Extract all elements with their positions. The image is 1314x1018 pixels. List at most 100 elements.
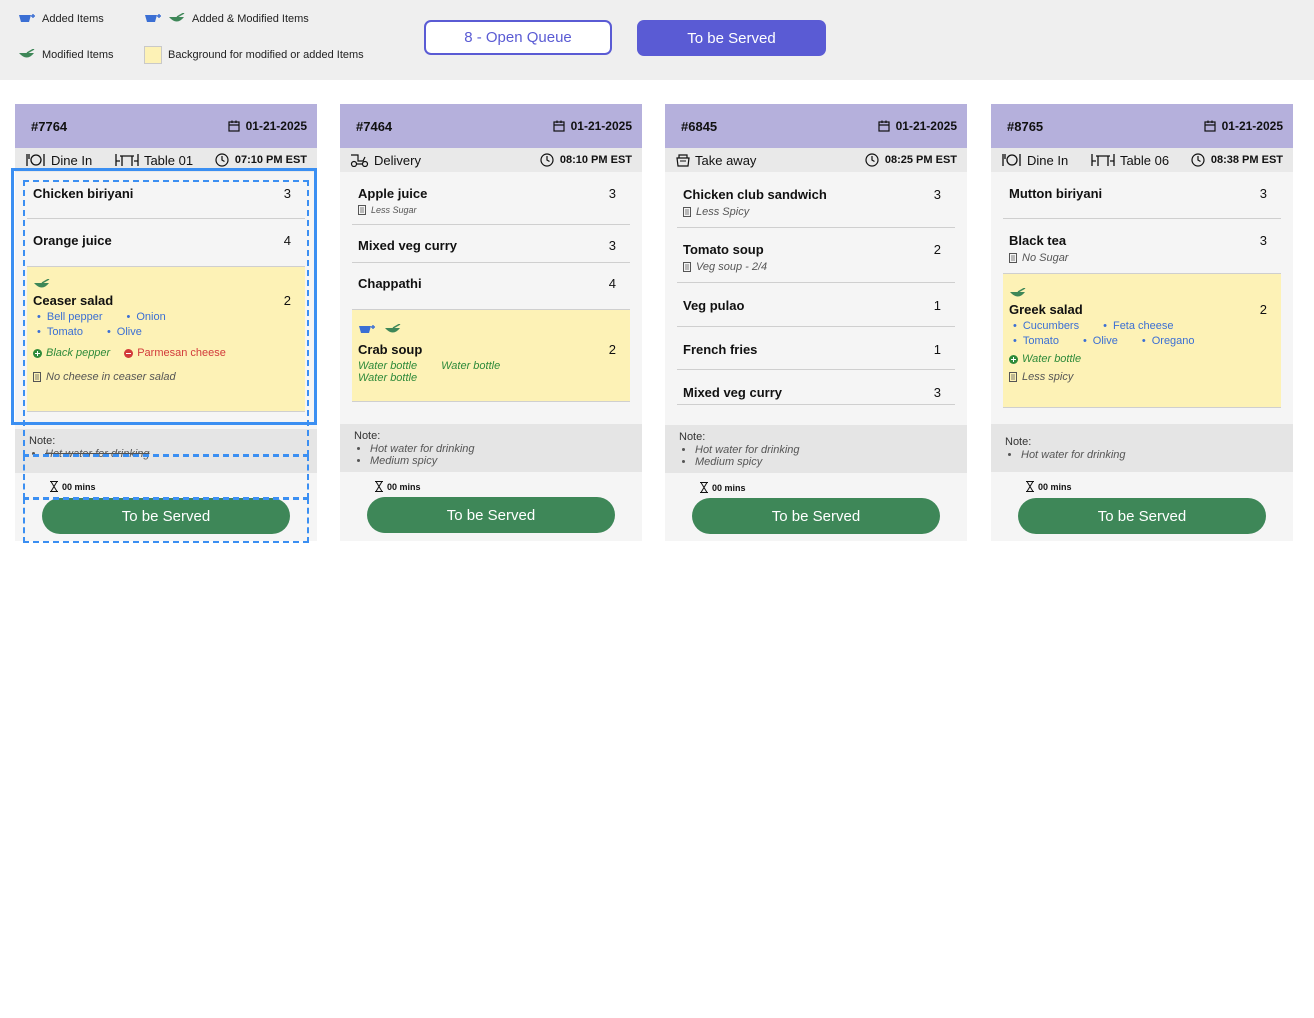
added-icon xyxy=(359,325,375,333)
card-header: #7464 01-21-2025 xyxy=(340,104,642,148)
item-qty: 2 xyxy=(1259,302,1267,317)
order-type: Dine In xyxy=(1001,153,1068,168)
order-number: #6845 xyxy=(681,118,718,134)
table-icon xyxy=(115,154,139,166)
modifier: Cucumbers xyxy=(1009,320,1079,332)
note-list: Hot water for drinking Medium spicy xyxy=(354,443,628,467)
clock-icon xyxy=(215,153,229,167)
order-time-text: 08:10 PM EST xyxy=(559,154,632,166)
hourglass-icon xyxy=(375,481,383,492)
item-instruction: Veg soup - 2/4 xyxy=(683,261,949,273)
list-item[interactable]: Apple juice 3 Less Sugar xyxy=(352,172,630,225)
order-date-text: 01-21-2025 xyxy=(1221,119,1283,133)
dashed-selection-outline xyxy=(23,498,309,543)
item-name: Black tea xyxy=(1009,233,1067,248)
order-time: 08:10 PM EST xyxy=(540,153,632,167)
list-item[interactable]: Black tea 3 No Sugar xyxy=(1003,219,1281,274)
modified-icon xyxy=(1010,288,1026,297)
item-instruction: Less Spicy xyxy=(683,206,949,218)
legend-background: Background for modified or added Items xyxy=(144,46,364,64)
timer: 00 mins xyxy=(1025,481,1072,492)
order-date-text: 01-21-2025 xyxy=(570,119,632,133)
list-item[interactable]: Mixed veg curry 3 xyxy=(677,370,955,405)
item-instruction: No Sugar xyxy=(1009,252,1275,264)
order-note: Note: Hot water for drinking Medium spic… xyxy=(340,424,642,472)
item-name: Mixed veg curry xyxy=(358,238,457,253)
item-name: Greek salad xyxy=(1009,302,1083,317)
item-instruction-text: Less Spicy xyxy=(696,206,750,218)
added-ingredient: Water bottle xyxy=(1009,353,1081,365)
item-name: Veg pulao xyxy=(683,298,745,313)
legend-added: Added Items xyxy=(18,13,104,25)
item-name: Crab soup xyxy=(358,342,423,357)
order-time-text: 08:38 PM EST xyxy=(1210,154,1283,166)
take-away-icon xyxy=(676,154,690,167)
order-date-text: 01-21-2025 xyxy=(895,119,957,133)
note-item: Hot water for drinking xyxy=(370,443,628,455)
item-qty: 2 xyxy=(933,242,941,257)
delivery-icon xyxy=(350,154,369,167)
item-status-icons xyxy=(358,322,624,338)
clock-icon xyxy=(1191,153,1205,167)
dine-in-icon xyxy=(1002,154,1021,166)
item-instruction-text: No Sugar xyxy=(1022,252,1069,264)
note-label: Note: xyxy=(354,430,381,442)
to-be-served-tab-button[interactable]: To be Served xyxy=(637,20,826,56)
item-list: Chicken club sandwich 3 Less Spicy Tomato… xyxy=(665,172,967,405)
table-icon xyxy=(1091,154,1115,166)
order-date: 01-21-2025 xyxy=(878,119,957,133)
calendar-icon xyxy=(553,120,565,132)
list-item[interactable]: Chicken club sandwich 3 Less Spicy xyxy=(677,172,955,228)
order-number: #7764 xyxy=(31,118,68,134)
serve-button[interactable]: To be Served xyxy=(692,498,940,534)
hourglass-icon xyxy=(700,482,708,493)
open-queue-button[interactable]: 8 - Open Queue xyxy=(424,20,612,55)
list-item[interactable]: Tomato soup 2 Veg soup - 2/4 xyxy=(677,228,955,283)
calendar-icon xyxy=(228,120,240,132)
note-icon xyxy=(1009,253,1017,263)
modifier: Tomato xyxy=(1009,335,1059,347)
list-item[interactable]: Veg pulao 1 xyxy=(677,283,955,327)
item-qty: 4 xyxy=(608,276,616,291)
order-time: 08:38 PM EST xyxy=(1191,153,1283,167)
order-time: 08:25 PM EST xyxy=(865,153,957,167)
timer-text: 00 mins xyxy=(387,481,421,492)
added-icon xyxy=(144,13,162,25)
extra-item: Water bottle xyxy=(358,372,418,384)
note-item: Medium spicy xyxy=(695,456,953,468)
note-label: Note: xyxy=(1005,436,1032,448)
item-qty: 3 xyxy=(608,186,616,201)
list-item-highlighted[interactable]: Greek salad 2 Cucumbers Feta cheese Tomat… xyxy=(1003,274,1281,408)
timer-text: 00 mins xyxy=(1038,481,1072,492)
legend-added-label: Added Items xyxy=(42,13,104,25)
list-item[interactable]: Mixed veg curry 3 xyxy=(352,225,630,263)
note-icon xyxy=(683,207,691,217)
added-icon xyxy=(18,13,36,25)
note-list: Hot water for drinking xyxy=(1005,449,1279,461)
item-qty: 2 xyxy=(608,342,616,357)
item-qty: 3 xyxy=(933,385,941,400)
modified-icon xyxy=(168,13,186,25)
order-type: Dine In xyxy=(25,153,92,168)
extra-item: Water bottle xyxy=(358,360,418,372)
list-item-highlighted[interactable]: Crab soup 2 Water bottle Water bottle Wat… xyxy=(352,310,630,402)
order-time-text: 08:25 PM EST xyxy=(884,154,957,166)
list-item[interactable]: French fries 1 xyxy=(677,327,955,370)
note-item: Hot water for drinking xyxy=(1021,449,1279,461)
modified-icon xyxy=(18,49,36,61)
order-type-label: Dine In xyxy=(1027,152,1069,168)
item-qty: 3 xyxy=(933,187,941,202)
calendar-icon xyxy=(878,120,890,132)
list-item[interactable]: Chappathi 4 xyxy=(352,263,630,310)
legend-background-label: Background for modified or added Items xyxy=(168,49,364,61)
list-item[interactable]: Mutton biriyani 3 xyxy=(1003,172,1281,219)
serve-button[interactable]: To be Served xyxy=(367,497,615,533)
order-type-label: Dine In xyxy=(51,152,93,168)
timer-text: 00 mins xyxy=(712,482,746,493)
item-name: French fries xyxy=(683,342,758,357)
order-time-text: 07:10 PM EST xyxy=(234,154,307,166)
item-instruction: Less Sugar xyxy=(358,205,624,215)
dashed-selection-outline xyxy=(23,455,309,499)
serve-button[interactable]: To be Served xyxy=(1018,498,1266,534)
modified-icon xyxy=(385,324,401,333)
